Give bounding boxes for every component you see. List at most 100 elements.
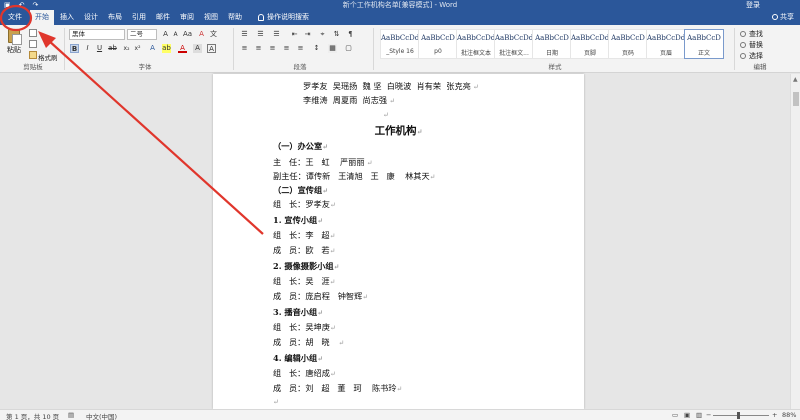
- tell-me-search[interactable]: 操作说明搜索: [258, 10, 309, 25]
- style-comment-text[interactable]: AaBbCcDdl 批注框文本: [456, 29, 496, 59]
- style-page-number[interactable]: AaBbCcD 页码: [608, 29, 648, 59]
- doc-line[interactable]: ↵: [383, 109, 389, 119]
- font-color-icon[interactable]: A: [178, 44, 187, 53]
- doc-line[interactable]: 组 长：李 超↵: [273, 229, 335, 241]
- doc-line[interactable]: 李维涛 周夏雨 尚志强 ↵: [303, 94, 395, 106]
- doc-line[interactable]: 1. 宣传小组↵: [273, 214, 323, 226]
- style-footer[interactable]: AaBbCcDdl 页脚: [570, 29, 610, 59]
- character-shading-icon[interactable]: A: [193, 44, 202, 53]
- style-normal[interactable]: AaBbCcD 正文: [684, 29, 724, 59]
- doc-line[interactable]: 组 长：唐绍成↵: [273, 367, 336, 379]
- distributed-icon[interactable]: ≡: [296, 44, 305, 53]
- print-layout-icon[interactable]: ▣: [684, 411, 690, 419]
- tab-file[interactable]: 文件: [2, 10, 28, 25]
- zoom-out-icon[interactable]: −: [706, 411, 711, 419]
- replace-button[interactable]: 替换: [740, 40, 763, 50]
- copy-icon[interactable]: [29, 40, 37, 48]
- doc-line[interactable]: 副主任：谭传新 王清旭 王 康 林其天↵: [273, 170, 436, 182]
- bullets-icon[interactable]: ☰: [240, 30, 249, 39]
- shrink-font-button[interactable]: A: [171, 30, 180, 39]
- numbering-icon[interactable]: ☰: [256, 30, 265, 39]
- undo-icon[interactable]: ↶: [19, 1, 25, 9]
- underline-button[interactable]: U: [95, 44, 104, 53]
- tab-view[interactable]: 视图: [200, 10, 222, 25]
- style-date[interactable]: AaBbCcD 日期: [532, 29, 572, 59]
- doc-line[interactable]: （二）宣传组↵: [273, 184, 328, 196]
- doc-line[interactable]: 成 员：胡 晓 ↵: [273, 336, 344, 348]
- format-painter-icon[interactable]: [29, 51, 37, 59]
- doc-line[interactable]: 主 任：王 虹 严丽丽 ↵: [273, 156, 373, 168]
- style-style16[interactable]: AaBbCcDd _Style 16: [380, 29, 420, 59]
- share-button[interactable]: 共享: [772, 10, 794, 25]
- show-marks-icon[interactable]: ¶: [346, 30, 355, 39]
- tab-mailings[interactable]: 邮件: [152, 10, 174, 25]
- align-right-icon[interactable]: ≡: [268, 44, 277, 53]
- doc-line[interactable]: （一）办公室↵: [273, 140, 328, 152]
- doc-line[interactable]: 成 员：庞启程 钟智辉↵: [273, 290, 368, 302]
- font-size-select[interactable]: 二号: [127, 29, 157, 40]
- zoom-slider-thumb[interactable]: [737, 412, 740, 419]
- align-center-icon[interactable]: ≡: [254, 44, 263, 53]
- scroll-thumb[interactable]: [793, 92, 799, 106]
- find-button[interactable]: 查找: [740, 29, 763, 39]
- decrease-indent-icon[interactable]: ⇤: [290, 30, 299, 39]
- italic-button[interactable]: I: [83, 44, 92, 53]
- paste-label[interactable]: 粘贴: [7, 45, 21, 55]
- borders-icon[interactable]: ▢: [344, 44, 353, 53]
- sign-in-link[interactable]: 登录: [746, 0, 760, 10]
- doc-line[interactable]: 成 员：欧 若↵: [273, 244, 335, 256]
- tab-insert[interactable]: 插入: [56, 10, 78, 25]
- doc-line[interactable]: ↵: [273, 396, 279, 406]
- cut-icon[interactable]: [29, 29, 37, 37]
- grow-font-button[interactable]: A: [161, 30, 170, 39]
- style-p0[interactable]: AaBbCcD p0: [418, 29, 458, 59]
- scroll-up-icon[interactable]: ▲: [793, 76, 798, 83]
- doc-line[interactable]: 成 员：刘 超 董 珂 陈书玲↵: [273, 382, 402, 394]
- zoom-in-icon[interactable]: +: [772, 411, 777, 419]
- select-button[interactable]: 选择: [740, 51, 763, 61]
- strikethrough-button[interactable]: ab: [108, 44, 117, 53]
- bold-button[interactable]: B: [70, 44, 79, 53]
- doc-line[interactable]: 4. 编辑小组↵: [273, 352, 323, 364]
- change-case-button[interactable]: Aa: [183, 30, 192, 39]
- language-status[interactable]: 中文(中国): [86, 411, 117, 420]
- subscript-button[interactable]: x₂: [122, 44, 131, 53]
- page-count[interactable]: 第 1 页，共 10 页: [6, 411, 59, 420]
- doc-line[interactable]: 组 长：吴 涯↵: [273, 275, 335, 287]
- tab-layout[interactable]: 布局: [104, 10, 126, 25]
- line-spacing-icon[interactable]: ↕: [312, 44, 321, 53]
- save-icon[interactable]: ▣: [4, 1, 11, 9]
- document-page[interactable]: 罗孝友 吴瑶扬 魏 坚 白晓波 肖有荣 张克亮 ↵ 李维涛 周夏雨 尚志强 ↵ …: [213, 74, 584, 409]
- increase-indent-icon[interactable]: ⇥: [303, 30, 312, 39]
- clear-formatting-button[interactable]: A: [197, 30, 206, 39]
- zoom-level[interactable]: 88%: [782, 411, 796, 419]
- doc-line[interactable]: 组 长：罗孝友↵: [273, 198, 336, 210]
- tab-design[interactable]: 设计: [80, 10, 102, 25]
- redo-icon[interactable]: ↷: [33, 1, 39, 9]
- sort-icon[interactable]: ⇅: [332, 30, 341, 39]
- section-heading[interactable]: 工作机构↵: [213, 123, 584, 138]
- phonetic-guide-button[interactable]: 文: [209, 30, 218, 39]
- shading-icon[interactable]: ▦: [328, 44, 337, 53]
- paste-icon[interactable]: [8, 29, 22, 45]
- doc-line[interactable]: 组 长：吴坤庚↵: [273, 321, 336, 333]
- proofing-icon[interactable]: ▤: [68, 411, 74, 419]
- style-comment-text-2[interactable]: AaBbCcDdl 批注框文...: [494, 29, 534, 59]
- read-mode-icon[interactable]: ▭: [672, 411, 678, 419]
- justify-icon[interactable]: ≡: [282, 44, 291, 53]
- enclose-characters-icon[interactable]: A: [207, 44, 216, 53]
- doc-line[interactable]: 3. 播音小组↵: [273, 306, 323, 318]
- font-name-select[interactable]: 黑体: [69, 29, 125, 40]
- highlight-icon[interactable]: ab: [162, 44, 171, 53]
- multilevel-list-icon[interactable]: ☰: [272, 30, 281, 39]
- zoom-slider[interactable]: [713, 415, 769, 416]
- doc-line[interactable]: 罗孝友 吴瑶扬 魏 坚 白晓波 肖有荣 张克亮 ↵: [303, 80, 479, 92]
- text-effects-icon[interactable]: A: [148, 44, 157, 53]
- web-layout-icon[interactable]: ▥: [696, 411, 702, 419]
- superscript-button[interactable]: x²: [133, 44, 142, 53]
- align-left-icon[interactable]: ≡: [240, 44, 249, 53]
- tab-review[interactable]: 审阅: [176, 10, 198, 25]
- tab-help[interactable]: 帮助: [224, 10, 246, 25]
- document-canvas[interactable]: 罗孝友 吴瑶扬 魏 坚 白晓波 肖有荣 张克亮 ↵ 李维涛 周夏雨 尚志强 ↵ …: [0, 74, 790, 409]
- doc-line[interactable]: 2. 摄像摄影小组↵: [273, 260, 339, 272]
